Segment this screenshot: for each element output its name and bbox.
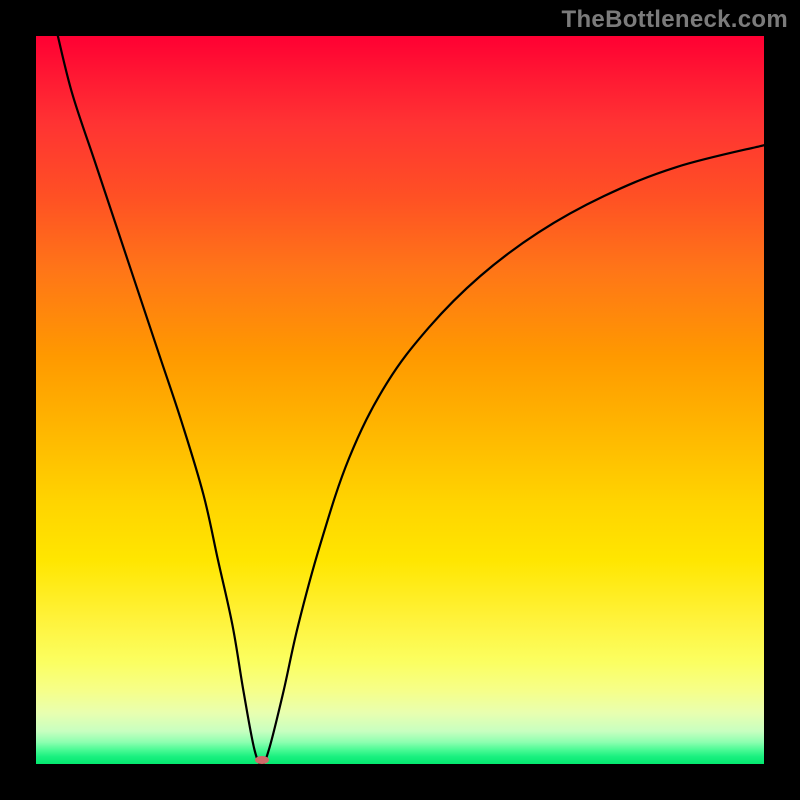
curve-svg (36, 36, 764, 764)
watermark-text: TheBottleneck.com (562, 6, 788, 34)
plot-area (36, 36, 764, 764)
chart-frame: TheBottleneck.com (0, 0, 800, 800)
bottleneck-curve (58, 36, 764, 764)
optimum-marker (255, 756, 269, 764)
